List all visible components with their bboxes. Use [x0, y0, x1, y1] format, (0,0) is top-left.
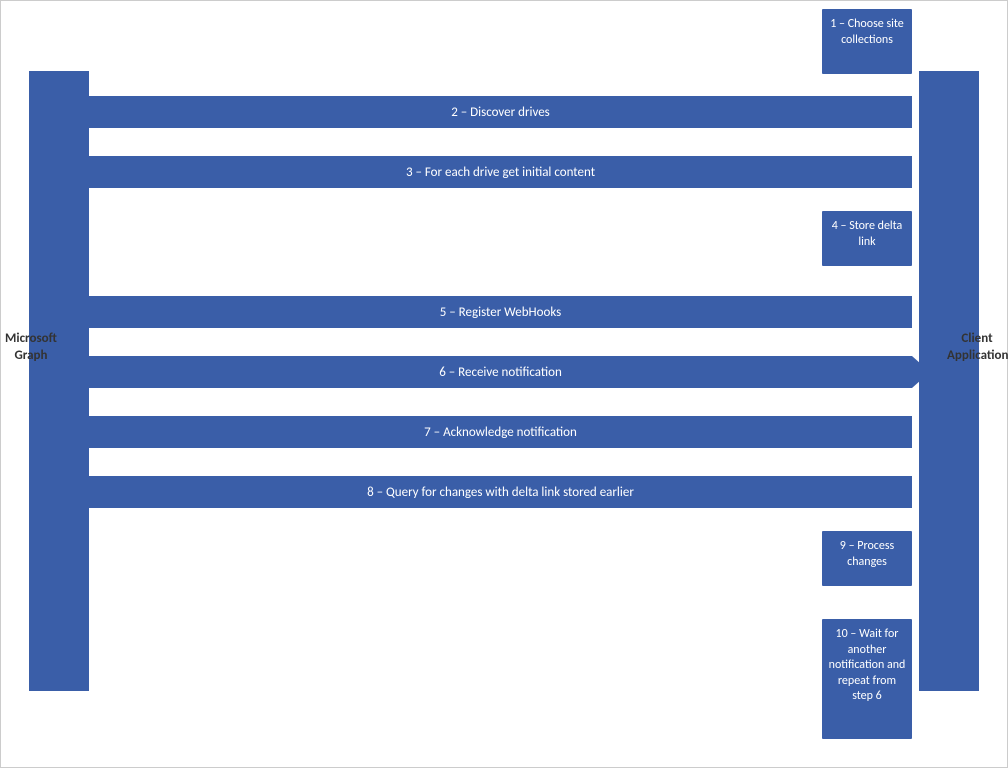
box-choose-site-collections: 1 – Choose site collections — [822, 9, 912, 74]
diagram-container: MicrosoftGraph ClientApplication 1 – Cho… — [0, 0, 1008, 768]
arrow-acknowledge-notification: 7 – Acknowledge notification — [89, 416, 912, 448]
right-label: ClientApplication — [947, 331, 1007, 365]
box-wait-notification: 10 – Wait for another notification and r… — [822, 619, 912, 739]
box-process-changes: 9 – Process changes — [822, 531, 912, 586]
arrow-query-changes: 8 – Query for changes with delta link st… — [89, 476, 912, 508]
arrow-discover-drives: 2 – Discover drives — [89, 96, 912, 128]
left-label: MicrosoftGraph — [1, 331, 61, 365]
arrow-receive-notification: 6 – Receive notification — [89, 356, 912, 388]
arrow-register-webhooks: 5 – Register WebHooks — [89, 296, 912, 328]
box-store-delta-link: 4 – Store delta link — [822, 211, 912, 266]
arrow-initial-content: 3 – For each drive get initial content — [89, 156, 912, 188]
